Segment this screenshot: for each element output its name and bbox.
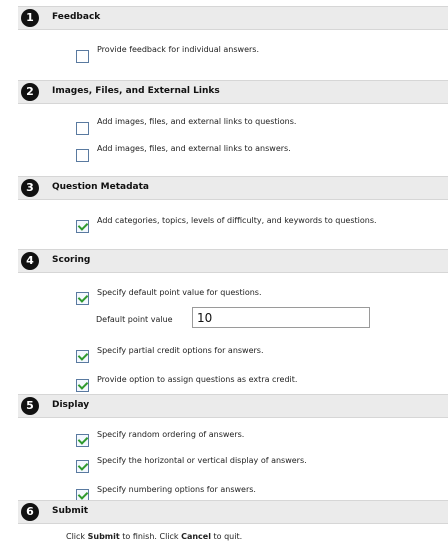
- option-label: Add categories, topics, levels of diffic…: [97, 216, 377, 225]
- checkbox-extra-credit[interactable]: [76, 379, 89, 392]
- submit-text-part: Click: [66, 532, 88, 541]
- option-label: Provide option to assign questions as ex…: [97, 375, 298, 384]
- section-title: Images, Files, and External Links: [52, 86, 220, 96]
- submit-text-part: to finish. Click: [119, 532, 182, 541]
- checkbox-feedback-individual-answers[interactable]: [76, 50, 89, 63]
- submit-text-part: to quit.: [210, 532, 243, 541]
- cancel-keyword: Cancel: [181, 532, 211, 541]
- option-label: Add images, files, and external links to…: [97, 144, 291, 153]
- section-title: Question Metadata: [52, 182, 149, 192]
- section-title: Display: [52, 400, 90, 410]
- section-title: Submit: [52, 506, 89, 516]
- section-header-submit: 6 Submit: [18, 500, 448, 524]
- step-number-5-icon: 5: [21, 397, 39, 415]
- section-header-display: 5 Display: [18, 394, 448, 418]
- checkbox-partial-credit[interactable]: [76, 350, 89, 363]
- option-label: Specify random ordering of answers.: [97, 430, 245, 439]
- option-label: Provide feedback for individual answers.: [97, 45, 259, 54]
- section-header-question-metadata: 3 Question Metadata: [18, 176, 448, 200]
- checkbox-default-point-value[interactable]: [76, 292, 89, 305]
- section-title: Feedback: [52, 12, 101, 22]
- checkbox-random-ordering[interactable]: [76, 434, 89, 447]
- step-number-4-icon: 4: [21, 252, 39, 270]
- checkbox-links-to-answers[interactable]: [76, 149, 89, 162]
- section-header-images-files-links: 2 Images, Files, and External Links: [18, 80, 448, 104]
- section-title: Scoring: [52, 255, 91, 265]
- option-label: Specify partial credit options for answe…: [97, 346, 264, 355]
- option-label: Specify numbering options for answers.: [97, 485, 256, 494]
- submit-keyword: Submit: [87, 532, 120, 541]
- option-label: Specify the horizontal or vertical displ…: [97, 456, 307, 465]
- submit-instructions: Click Submit to finish. Click Cancel to …: [66, 532, 242, 541]
- checkbox-question-metadata[interactable]: [76, 220, 89, 233]
- step-number-6-icon: 6: [21, 503, 39, 521]
- section-header-feedback: 1 Feedback: [18, 6, 448, 30]
- checkbox-horizontal-vertical-display[interactable]: [76, 460, 89, 473]
- step-number-2-icon: 2: [21, 83, 39, 101]
- option-label: Specify default point value for question…: [97, 288, 262, 297]
- step-number-1-icon: 1: [21, 9, 39, 27]
- step-number-3-icon: 3: [21, 179, 39, 197]
- checkbox-links-to-questions[interactable]: [76, 122, 89, 135]
- option-label: Add images, files, and external links to…: [97, 117, 297, 126]
- section-header-scoring: 4 Scoring: [18, 249, 448, 273]
- default-point-value-input[interactable]: [192, 307, 370, 328]
- default-point-value-label: Default point value: [96, 315, 173, 324]
